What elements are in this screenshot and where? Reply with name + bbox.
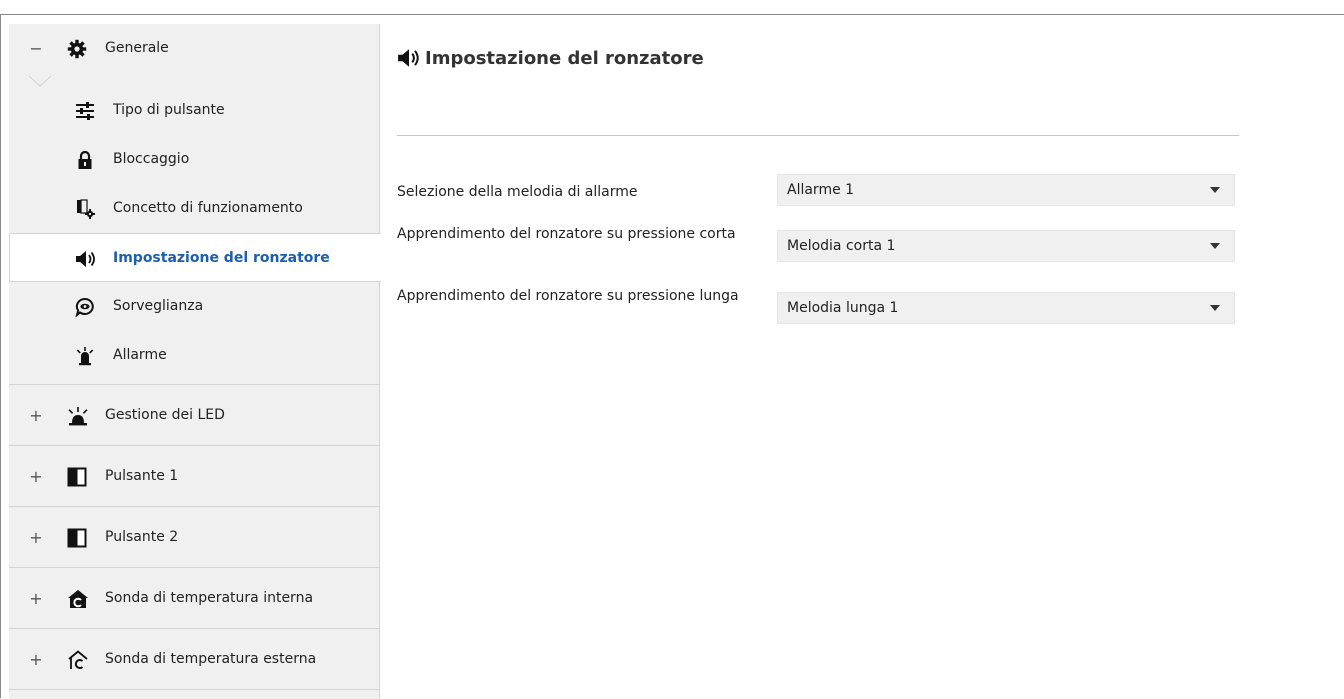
sidebar-group-pulsante-1[interactable]: + Pulsante 1: [9, 446, 379, 507]
temp-internal-icon: [67, 589, 88, 609]
dropdown-arrow-icon: [1210, 187, 1220, 193]
expand-toggle[interactable]: +: [29, 507, 43, 568]
sidebar-item-label: Concetto di funzionamento: [113, 200, 303, 216]
sidebar-item-label: Sorveglianza: [113, 298, 204, 314]
expand-toggle[interactable]: +: [29, 629, 43, 690]
sidebar-group-label: Pulsante 1: [105, 468, 179, 484]
sliders-icon: [75, 101, 95, 121]
led-icon: [67, 406, 88, 426]
long-press-melody-select[interactable]: Melodia lunga 1: [777, 292, 1235, 324]
sidebar-item-tipo-di-pulsante[interactable]: Tipo di pulsante: [9, 86, 379, 135]
sidebar-item-bloccaggio[interactable]: Bloccaggio: [9, 135, 379, 184]
main-panel: Impostazione del ronzatore Selezione del…: [397, 15, 1243, 699]
sidebar-item-impostazione-del-ronzatore[interactable]: Impostazione del ronzatore: [9, 233, 381, 282]
page-title: Impostazione del ronzatore: [397, 46, 704, 70]
sidebar-group-sonda-temperatura-interna[interactable]: + Sonda di temperatura interna: [9, 568, 379, 629]
sidebar-item-allarme[interactable]: Allarme: [9, 331, 379, 380]
expand-toggle[interactable]: +: [29, 446, 43, 507]
button-config-icon: [75, 199, 95, 219]
app-window: − Generale Tipo di pulsante Bloccaggio C…: [0, 14, 1344, 699]
expand-toggle[interactable]: +: [29, 568, 43, 629]
sidebar-group-sonda-temperatura-esterna[interactable]: + Sonda di temperatura esterna: [9, 629, 379, 690]
gear-icon: [67, 39, 87, 59]
alarm-bell-icon: [75, 346, 95, 366]
sidebar-group-gestione-dei-led[interactable]: + Gestione dei LED: [9, 385, 379, 446]
speaker-icon: [397, 47, 421, 69]
sidebar: − Generale Tipo di pulsante Bloccaggio C…: [9, 24, 381, 699]
push-button-icon: [67, 528, 87, 548]
sidebar-group-pulsante-2[interactable]: + Pulsante 2: [9, 507, 379, 568]
dropdown-arrow-icon: [1210, 243, 1220, 249]
speaker-icon: [75, 249, 95, 269]
field-label: Selezione della melodia di allarme: [397, 184, 638, 200]
sidebar-item-label: Allarme: [113, 347, 167, 363]
sidebar-item-concetto-di-funzionamento[interactable]: Concetto di funzionamento: [9, 184, 379, 233]
sidebar-group-label: Gestione dei LED: [105, 407, 225, 423]
select-value: Melodia lunga 1: [787, 300, 899, 316]
short-press-melody-select[interactable]: Melodia corta 1: [777, 230, 1235, 262]
sidebar-group-label: Generale: [105, 40, 169, 56]
field-label: Apprendimento del ronzatore su pressione…: [397, 288, 739, 304]
expand-toggle[interactable]: +: [29, 385, 43, 446]
sidebar-item-sorveglianza[interactable]: Sorveglianza: [9, 282, 379, 331]
lock-icon: [75, 150, 95, 170]
temp-external-icon: [67, 650, 88, 670]
collapse-toggle[interactable]: −: [29, 18, 43, 79]
sidebar-item-label: Bloccaggio: [113, 151, 190, 167]
sidebar-subitems: Tipo di pulsante Bloccaggio Concetto di …: [9, 86, 381, 385]
sidebar-group-generale[interactable]: − Generale: [9, 24, 379, 87]
divider: [397, 135, 1239, 136]
sidebar-item-label: Impostazione del ronzatore: [113, 250, 330, 266]
sidebar-item-label: Tipo di pulsante: [113, 102, 225, 118]
select-value: Melodia corta 1: [787, 238, 896, 254]
select-value: Allarme 1: [787, 182, 855, 198]
eye-chat-icon: [75, 297, 95, 317]
page-title-text: Impostazione del ronzatore: [425, 47, 704, 69]
sidebar-group-label: Sonda di temperatura esterna: [105, 651, 317, 667]
sidebar-group-label: Pulsante 2: [105, 529, 179, 545]
field-label: Apprendimento del ronzatore su pressione…: [397, 226, 736, 242]
sidebar-group-label: Sonda di temperatura interna: [105, 590, 314, 606]
push-button-icon: [67, 467, 87, 487]
dropdown-arrow-icon: [1210, 305, 1220, 311]
alarm-melody-select[interactable]: Allarme 1: [777, 174, 1235, 206]
